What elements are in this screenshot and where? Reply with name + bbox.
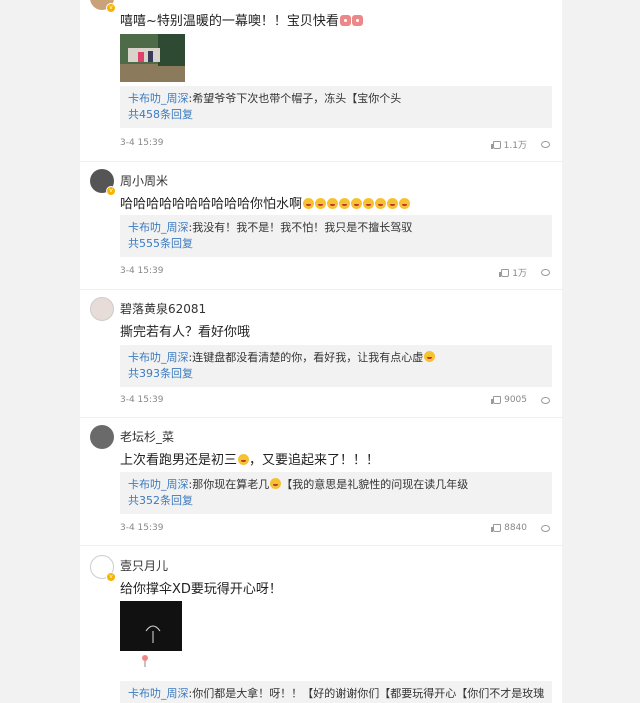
emoji-icon xyxy=(339,198,351,209)
emoji-icon xyxy=(315,198,327,209)
comment-text: 上次看跑男还是初三 ，又要追起来了！！！ xyxy=(120,453,380,468)
avatar[interactable] xyxy=(90,297,114,321)
reply-preview[interactable]: 卡布叻_周深:希望爷爷下次也带个帽子，冻头【宝你个头 共458条回复 xyxy=(120,86,552,128)
verified-badge-icon: v xyxy=(106,3,116,13)
comment-bubble-icon[interactable] xyxy=(541,141,550,148)
verified-badge-icon: v xyxy=(106,572,116,582)
reply-preview[interactable]: 卡布叻_周深:连键盘都没看清楚的你，看好我，让我有点心虚 共393条回复 xyxy=(120,345,552,387)
emoji-icon xyxy=(339,15,351,26)
emoji-icon xyxy=(424,351,436,362)
thumb-up-icon xyxy=(491,396,502,404)
comment-item: 老坛杉_菜 上次看跑男还是初三 ，又要追起来了！！！ 卡布叻_周深:那你现在算老几… xyxy=(80,417,562,546)
reply-preview[interactable]: 卡布叻_周深:你们都是大拿！呀！！【好的谢谢你们【都要玩得开心【你们不才是玫瑰呀 xyxy=(120,681,552,703)
comment-text: 哈哈哈哈哈哈哈哈哈哈你怕水啊 xyxy=(120,193,411,212)
comment-item: v 周小周米 哈哈哈哈哈哈哈哈哈哈你怕水啊 卡布叻_周深:我没有！我不是！我不怕… xyxy=(80,161,562,290)
comment-time: 3-4 15:39 xyxy=(120,523,164,533)
comment-image[interactable] xyxy=(120,601,182,669)
comment-panel: v 嘻嘻~特别温暖的一幕噢！！宝贝快看 卡布叻_周深:希望爷爷下次也带个帽子，冻… xyxy=(80,0,562,703)
comment-actions: 1.1万 xyxy=(490,138,550,151)
reply-author-link[interactable]: 卡布叻_周深 xyxy=(128,478,189,491)
emoji-icon xyxy=(270,478,282,489)
comment-actions: 9005 xyxy=(491,395,550,405)
comment-item: v 嘻嘻~特别温暖的一幕噢！！宝贝快看 卡布叻_周深:希望爷爷下次也带个帽子，冻… xyxy=(80,0,562,162)
comment-text: 给你撑伞XD要玩得开心呀！ xyxy=(120,582,282,597)
comment-bubble-icon[interactable] xyxy=(541,524,550,532)
emoji-icon xyxy=(351,15,363,26)
avatar[interactable] xyxy=(90,425,114,449)
comment-time: 3-4 15:39 xyxy=(120,266,164,276)
username[interactable]: 碧落黄泉62081 xyxy=(120,300,206,317)
reply-text: :连键盘都没看清楚的你，看好我，让我有点心虚 xyxy=(188,351,424,364)
reply-count-link[interactable]: 共555条回复 xyxy=(128,236,544,252)
comment-actions: 8840 xyxy=(491,523,550,533)
reply-author-link[interactable]: 卡布叻_周深 xyxy=(128,221,189,234)
like-button[interactable]: 1万 xyxy=(499,266,527,279)
comment-bubble-icon[interactable] xyxy=(541,269,550,276)
photo-thumbnail xyxy=(120,34,185,82)
emoji-icon xyxy=(363,198,375,209)
verified-badge-icon: v xyxy=(106,186,116,196)
emoji-icon xyxy=(351,198,363,209)
comment-time: 3-4 15:39 xyxy=(120,395,164,405)
reply-count-link[interactable]: 共458条回复 xyxy=(128,107,544,123)
comment-time: 3-4 15:39 xyxy=(120,138,164,148)
reply-text: :你们都是大拿！呀！！【好的谢谢你们【都要玩得开心【你们不才是玫瑰呀 xyxy=(188,687,545,700)
comment-image[interactable] xyxy=(120,34,185,82)
comment-text: 撕完若有人？看好你哦 xyxy=(120,325,251,340)
username[interactable]: 周小周米 xyxy=(120,172,168,189)
emoji-icon xyxy=(238,454,250,465)
thumb-up-icon xyxy=(491,524,502,532)
username[interactable]: 壹只月儿 xyxy=(120,557,168,574)
reply-author-link[interactable]: 卡布叻_周深 xyxy=(128,92,189,105)
thumb-up-icon xyxy=(490,140,501,149)
username[interactable]: 老坛杉_菜 xyxy=(120,428,174,445)
comment-bubble-icon[interactable] xyxy=(541,396,550,404)
reply-count-link[interactable]: 共352条回复 xyxy=(128,493,544,509)
reply-count-link[interactable]: 共393条回复 xyxy=(128,366,544,382)
reply-author-link[interactable]: 卡布叻_周深 xyxy=(128,687,189,700)
like-button[interactable]: 1.1万 xyxy=(490,138,527,151)
reply-author-link[interactable]: 卡布叻_周深 xyxy=(128,351,189,364)
emoji-icon xyxy=(387,198,399,209)
comment-item: 碧落黄泉62081 撕完若有人？看好你哦 卡布叻_周深:连键盘都没看清楚的你，看… xyxy=(80,289,562,418)
thumb-up-icon xyxy=(499,268,510,277)
emoji-icon xyxy=(399,198,411,209)
like-button[interactable]: 8840 xyxy=(491,523,527,533)
comment-item: v 壹只月儿 给你撑伞XD要玩得开心呀！ 卡布叻_周深:你们都是大拿！呀！！【好… xyxy=(80,545,562,703)
umbrella-drawing-thumbnail xyxy=(120,601,182,669)
reply-preview[interactable]: 卡布叻_周深:那你现在算老几 【我的意思是礼貌性的问现在读几年级 共352条回复 xyxy=(120,472,552,514)
reply-text: :我没有！我不是！我不怕！我只是不擅长驾驭 xyxy=(188,221,413,234)
reply-text: :希望爷爷下次也带个帽子，冻头【宝你个头 xyxy=(188,92,402,105)
reply-preview[interactable]: 卡布叻_周深:我没有！我不是！我不怕！我只是不擅长驾驭 共555条回复 xyxy=(120,215,552,257)
comment-text: 嘻嘻~特别温暖的一幕噢！！宝贝快看 xyxy=(120,10,363,29)
reply-text-continued: 【我的意思是礼貌性的问现在读几年级 xyxy=(281,478,469,491)
like-button[interactable]: 9005 xyxy=(491,395,527,405)
emoji-icon xyxy=(303,198,315,209)
comment-actions: 1万 xyxy=(499,266,550,279)
emoji-icon xyxy=(327,198,339,209)
emoji-icon xyxy=(375,198,387,209)
reply-text: :那你现在算老几 xyxy=(188,478,270,491)
